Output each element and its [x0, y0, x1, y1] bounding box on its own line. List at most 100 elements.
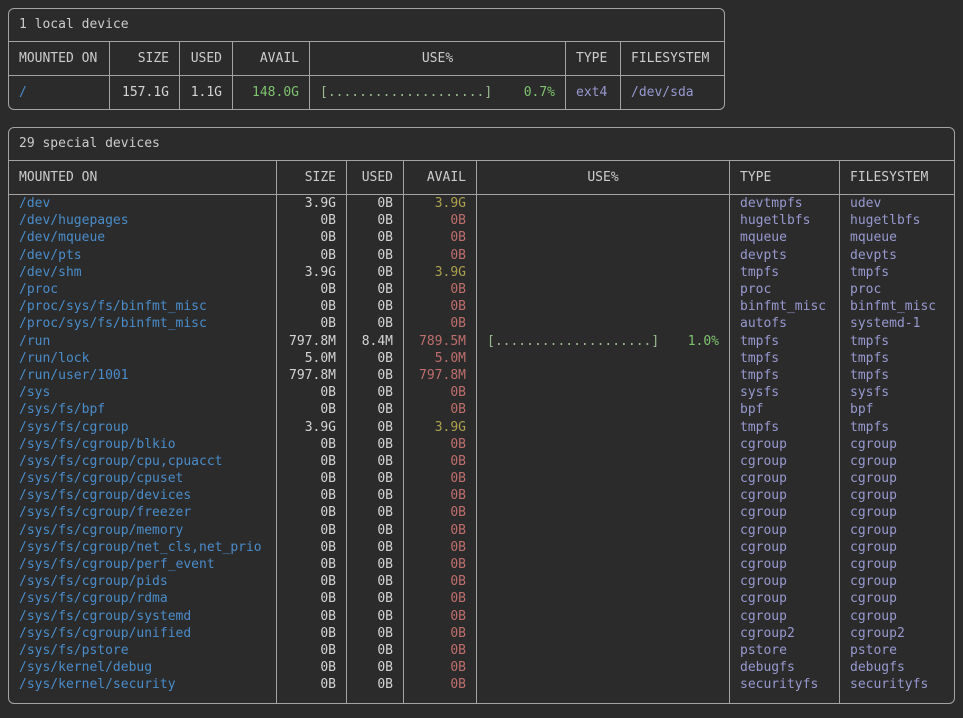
avail-cell: 0B: [404, 642, 477, 659]
used-cell: 0B: [347, 367, 404, 384]
type-cell: securityfs: [730, 676, 840, 693]
used-cell: 0B: [347, 556, 404, 573]
avail-cell: 0B: [404, 384, 477, 401]
used-cell: 0B: [347, 298, 404, 315]
column-header-type: TYPE: [730, 161, 840, 194]
filesystem-cell: tmpfs: [840, 264, 954, 281]
use-percent-cell: [477, 590, 730, 607]
usage-bar: [....................]: [487, 334, 659, 349]
filesystem-cell: bpf: [840, 401, 954, 418]
size-cell: 0B: [277, 608, 347, 625]
table-row: /sys/fs/bpf0B0B0Bbpfbpf: [9, 401, 954, 418]
avail-cell: 0B: [404, 556, 477, 573]
size-cell: 0B: [277, 522, 347, 539]
table-row: /sys/fs/cgroup/perf_event0B0B0Bcgroupcgr…: [9, 556, 954, 573]
filesystem-cell: hugetlbfs: [840, 212, 954, 229]
use-percent-cell: [477, 350, 730, 367]
filesystem-cell: tmpfs: [840, 333, 954, 350]
use-percent-cell: [477, 264, 730, 281]
avail-cell: 0B: [404, 625, 477, 642]
filesystem-cell: securityfs: [840, 676, 954, 693]
size-cell: 0B: [277, 229, 347, 246]
mounted-on-cell: /sys/fs/cgroup/net_cls,net_prio: [9, 539, 277, 556]
size-cell: 797.8M: [277, 367, 347, 384]
size-cell: 0B: [277, 470, 347, 487]
table-row: /dev3.9G0B3.9Gdevtmpfsudev: [9, 195, 954, 212]
filesystem-cell: cgroup: [840, 608, 954, 625]
filesystem-cell: sysfs: [840, 384, 954, 401]
use-percent-cell: [....................]0.7%: [310, 76, 566, 109]
avail-cell: 789.5M: [404, 333, 477, 350]
used-cell: 0B: [347, 418, 404, 435]
size-cell: 797.8M: [277, 333, 347, 350]
size-cell: 0B: [277, 504, 347, 521]
mounted-on-cell: /sys/kernel/security: [9, 676, 277, 693]
mounted-on-cell: /sys/fs/pstore: [9, 642, 277, 659]
table-row: /sys0B0B0Bsysfssysfs: [9, 384, 954, 401]
use-percent-cell: [477, 418, 730, 435]
use-percent-cell: [477, 367, 730, 384]
used-cell: 0B: [347, 384, 404, 401]
filesystem-cell: binfmt_misc: [840, 298, 954, 315]
size-cell: 0B: [277, 281, 347, 298]
table-row: /sys/fs/cgroup/memory0B0B0Bcgroupcgroup: [9, 522, 954, 539]
table-row: /dev/pts0B0B0Bdevptsdevpts: [9, 247, 954, 264]
local-devices-table: 1 local device MOUNTED ONSIZEUSEDAVAILUS…: [8, 8, 725, 110]
table-row: /sys/fs/cgroup/pids0B0B0Bcgroupcgroup: [9, 573, 954, 590]
mounted-on-cell: /sys/fs/cgroup: [9, 418, 277, 435]
mounted-on-cell: /sys/fs/cgroup/systemd: [9, 608, 277, 625]
type-cell: cgroup: [730, 556, 840, 573]
mounted-on-cell: /sys/fs/cgroup/blkio: [9, 436, 277, 453]
size-cell: 5.0M: [277, 350, 347, 367]
table-row: /run/user/1001797.8M0B797.8Mtmpfstmpfs: [9, 367, 954, 384]
table-row: /dev/hugepages0B0B0Bhugetlbfshugetlbfs: [9, 212, 954, 229]
avail-cell: 0B: [404, 247, 477, 264]
use-percent-cell: [477, 195, 730, 212]
mounted-on-cell: /sys/fs/cgroup/cpuset: [9, 470, 277, 487]
table-row: /sys/kernel/debug0B0B0Bdebugfsdebugfs: [9, 659, 954, 676]
type-cell: autofs: [730, 315, 840, 332]
used-cell: 0B: [347, 573, 404, 590]
filesystem-cell: cgroup: [840, 470, 954, 487]
filesystem-cell: cgroup: [840, 487, 954, 504]
table-row: /sys/fs/cgroup/systemd0B0B0Bcgroupcgroup: [9, 608, 954, 625]
filesystem-cell: tmpfs: [840, 350, 954, 367]
column-header-filesystem: FILESYSTEM: [840, 161, 954, 194]
use-percent-cell: [477, 625, 730, 642]
filler-cell: [404, 693, 477, 703]
size-cell: 0B: [277, 212, 347, 229]
column-header-type: TYPE: [566, 42, 621, 75]
type-cell: bpf: [730, 401, 840, 418]
mounted-on-cell: /proc/sys/fs/binfmt_misc: [9, 298, 277, 315]
used-cell: 0B: [347, 539, 404, 556]
table-row: /proc0B0B0Bprocproc: [9, 281, 954, 298]
avail-cell: 0B: [404, 281, 477, 298]
used-cell: 0B: [347, 264, 404, 281]
avail-cell: 0B: [404, 608, 477, 625]
filesystem-cell: mqueue: [840, 229, 954, 246]
table-row: /run/lock5.0M0B5.0Mtmpfstmpfs: [9, 350, 954, 367]
size-cell: 0B: [277, 315, 347, 332]
mounted-on-cell: /dev: [9, 195, 277, 212]
mounted-on-cell: /sys: [9, 384, 277, 401]
size-cell: 0B: [277, 659, 347, 676]
mounted-on-cell: /sys/fs/cgroup/perf_event: [9, 556, 277, 573]
use-percent-cell: [477, 522, 730, 539]
use-percent-cell: [477, 573, 730, 590]
avail-cell: 3.9G: [404, 195, 477, 212]
special-devices-table: 29 special devices MOUNTED ONSIZEUSEDAVA…: [8, 127, 955, 704]
size-cell: 0B: [277, 539, 347, 556]
use-percent-cell: [477, 470, 730, 487]
used-cell: 0B: [347, 608, 404, 625]
used-cell: 0B: [347, 487, 404, 504]
type-cell: ext4: [566, 76, 621, 109]
avail-cell: 3.9G: [404, 418, 477, 435]
size-cell: 0B: [277, 556, 347, 573]
filesystem-cell: cgroup: [840, 522, 954, 539]
special-devices-body: /dev3.9G0B3.9Gdevtmpfsudev/dev/hugepages…: [9, 195, 954, 703]
type-cell: cgroup: [730, 590, 840, 607]
column-header-used: USED: [180, 42, 233, 75]
use-percent-cell: [477, 315, 730, 332]
used-cell: 0B: [347, 470, 404, 487]
used-cell: 0B: [347, 676, 404, 693]
